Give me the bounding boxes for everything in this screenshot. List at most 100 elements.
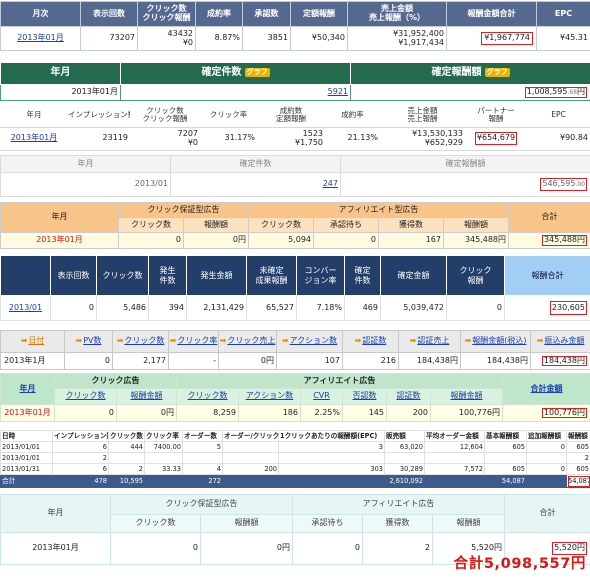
header-clicks[interactable]: ➡クリック数 bbox=[112, 330, 169, 353]
report-table-4: 年月 確定件数 確定報酬額 2013/01 247 546,595.00 bbox=[0, 155, 590, 197]
cell: 63,020 bbox=[384, 441, 425, 453]
month-value: 2013年01月 bbox=[0, 232, 119, 249]
total-row: 合計 478 10,595 272 2,610,092 54,087 54,08… bbox=[0, 474, 590, 488]
sub-header[interactable]: アクション数 bbox=[238, 388, 301, 405]
header-reward[interactable]: ➡報酬金額(税込) bbox=[460, 330, 531, 353]
header-occurred: 発生 件数 bbox=[148, 255, 187, 296]
cell bbox=[144, 474, 183, 488]
header-views: 表示回数 bbox=[80, 1, 138, 27]
sub-header: クリック数 bbox=[110, 514, 201, 533]
header-actions[interactable]: ➡アクション数 bbox=[276, 330, 343, 353]
header-month: 年月 bbox=[0, 202, 119, 233]
cell: 2 bbox=[566, 452, 590, 464]
sub-header[interactable]: CVR bbox=[300, 388, 343, 405]
header-total: 合計 bbox=[508, 202, 590, 233]
cell: 605 bbox=[566, 441, 590, 453]
cell-value: 345,488円 bbox=[442, 232, 510, 249]
cell: 33.33 bbox=[144, 463, 183, 475]
header-views: 表示回数 bbox=[50, 255, 97, 296]
sub-header[interactable]: 報酬金額 bbox=[430, 388, 503, 405]
cell: 合計 bbox=[0, 474, 53, 488]
sub-header: 報酬額 bbox=[183, 217, 249, 233]
cell: 0 bbox=[526, 463, 567, 475]
header-click-rate[interactable]: ➡クリック率 bbox=[168, 330, 219, 353]
header-amount: 確定報酬額 bbox=[340, 155, 590, 173]
cell-value: 65,527 bbox=[246, 295, 297, 321]
cell: 2 bbox=[52, 452, 109, 464]
cell-value: 5,486 bbox=[96, 295, 149, 321]
epc-value: ¥90.84 bbox=[527, 127, 590, 151]
month-link[interactable]: 2013年01月 bbox=[17, 33, 64, 42]
header-approved[interactable]: ➡認証数 bbox=[342, 330, 399, 353]
cell-value: 145 bbox=[342, 404, 387, 422]
cell bbox=[526, 474, 567, 488]
header-click-rate: クリック率 bbox=[200, 103, 257, 128]
header-sales: 売上金額 売上報酬（%） bbox=[347, 1, 447, 27]
cell-value: 469 bbox=[344, 295, 381, 321]
views-value: 73207 bbox=[80, 26, 138, 51]
conv-rate-value: 21.13% bbox=[325, 127, 380, 151]
sub-header[interactable]: 認証数 bbox=[386, 388, 431, 405]
sub-header[interactable]: クリック数 bbox=[176, 388, 239, 405]
cell-value: 200 bbox=[386, 404, 431, 422]
month-link[interactable]: 2013年01月 bbox=[11, 133, 58, 142]
cell-value: 5,094 bbox=[248, 232, 314, 249]
sub-header[interactable]: 否認数 bbox=[342, 388, 387, 405]
header-impressions: インプレッション数 bbox=[68, 103, 130, 128]
count-link[interactable]: 5921 bbox=[328, 87, 348, 96]
cell bbox=[222, 441, 279, 453]
sub-header: 報酬額 bbox=[200, 514, 293, 533]
sub-header[interactable]: 報酬金額 bbox=[116, 388, 177, 405]
header-transfer[interactable]: ➡振込み金額 bbox=[530, 330, 590, 353]
header-date[interactable]: ➡日付 bbox=[0, 330, 65, 353]
header-click-sales[interactable]: ➡クリック売上 bbox=[218, 330, 277, 353]
cell-value: 0 bbox=[313, 232, 379, 249]
header-cell: クリック率 bbox=[144, 430, 183, 442]
header-count: 確定件数 bbox=[170, 155, 341, 173]
header-affiliate-ads: アフィリエイト型広告 bbox=[247, 202, 510, 218]
header-partner: パートナー 報酬 bbox=[465, 103, 527, 128]
graph-button[interactable]: グラフ bbox=[244, 68, 270, 78]
header-approved-sales[interactable]: ➡認証売上 bbox=[398, 330, 461, 353]
cell-value: 2,131,429 bbox=[186, 295, 247, 321]
cell-value: 0 bbox=[54, 404, 117, 422]
impressions-value: 23119 bbox=[68, 127, 130, 151]
header-total: 報酬合計 bbox=[504, 255, 590, 296]
clicks-value: 43432 ¥0 bbox=[137, 26, 196, 51]
report-table-9: 日時 インプレッション数 クリック数 クリック率 オーダー数 オーダー/クリック… bbox=[0, 430, 590, 488]
cell: 4 bbox=[182, 463, 223, 475]
header-cell: インプレッション数 bbox=[52, 430, 109, 442]
month-link[interactable]: 2013/01 bbox=[9, 303, 42, 312]
header-conv-rate: 成約率 bbox=[195, 1, 243, 27]
fixed-reward-value: ¥50,340 bbox=[290, 26, 348, 51]
cell: 6 bbox=[52, 463, 109, 475]
header-pv[interactable]: ➡PV数 bbox=[64, 330, 113, 353]
cell: 30,289 bbox=[384, 463, 425, 475]
cell: 478 bbox=[52, 474, 109, 488]
cell bbox=[424, 474, 485, 488]
cell-value: 184,438円 bbox=[460, 352, 531, 370]
cell-value: 184,438円 bbox=[398, 352, 461, 370]
total-value: 100,776円 bbox=[541, 407, 588, 419]
sub-header[interactable]: クリック数 bbox=[54, 388, 117, 405]
cell: 12,604 bbox=[424, 441, 485, 453]
cell-value: 8,259 bbox=[176, 404, 239, 422]
cell-value: 0 bbox=[50, 295, 97, 321]
header-epc: EPC bbox=[536, 1, 590, 27]
partner-value: ¥654,679 bbox=[474, 131, 518, 145]
header-count: 確定件数 グラフ bbox=[120, 62, 351, 85]
approved-value: 3851 bbox=[242, 26, 291, 51]
cell-value: 0 bbox=[118, 232, 184, 249]
count-link[interactable]: 247 bbox=[323, 179, 338, 188]
cell-value: 0 bbox=[446, 295, 505, 321]
sub-header: クリック数 bbox=[118, 217, 184, 233]
header-month[interactable]: 年月 bbox=[0, 373, 55, 405]
header-total[interactable]: 合計金額 bbox=[502, 373, 590, 405]
cell: 2013/01/31 bbox=[0, 463, 53, 475]
cell: 2013/01/01 bbox=[0, 452, 53, 464]
total-value: 54,087 bbox=[566, 474, 590, 488]
graph-button[interactable]: グラフ bbox=[484, 68, 510, 78]
sub-header: 獲得数 bbox=[362, 514, 433, 533]
report-table-6: 表示回数 クリック数 発生 件数 発生金額 未確定 成果報酬 コンバー ジョン率 確定… bbox=[0, 255, 590, 321]
header-cell: 日時 bbox=[0, 430, 53, 442]
